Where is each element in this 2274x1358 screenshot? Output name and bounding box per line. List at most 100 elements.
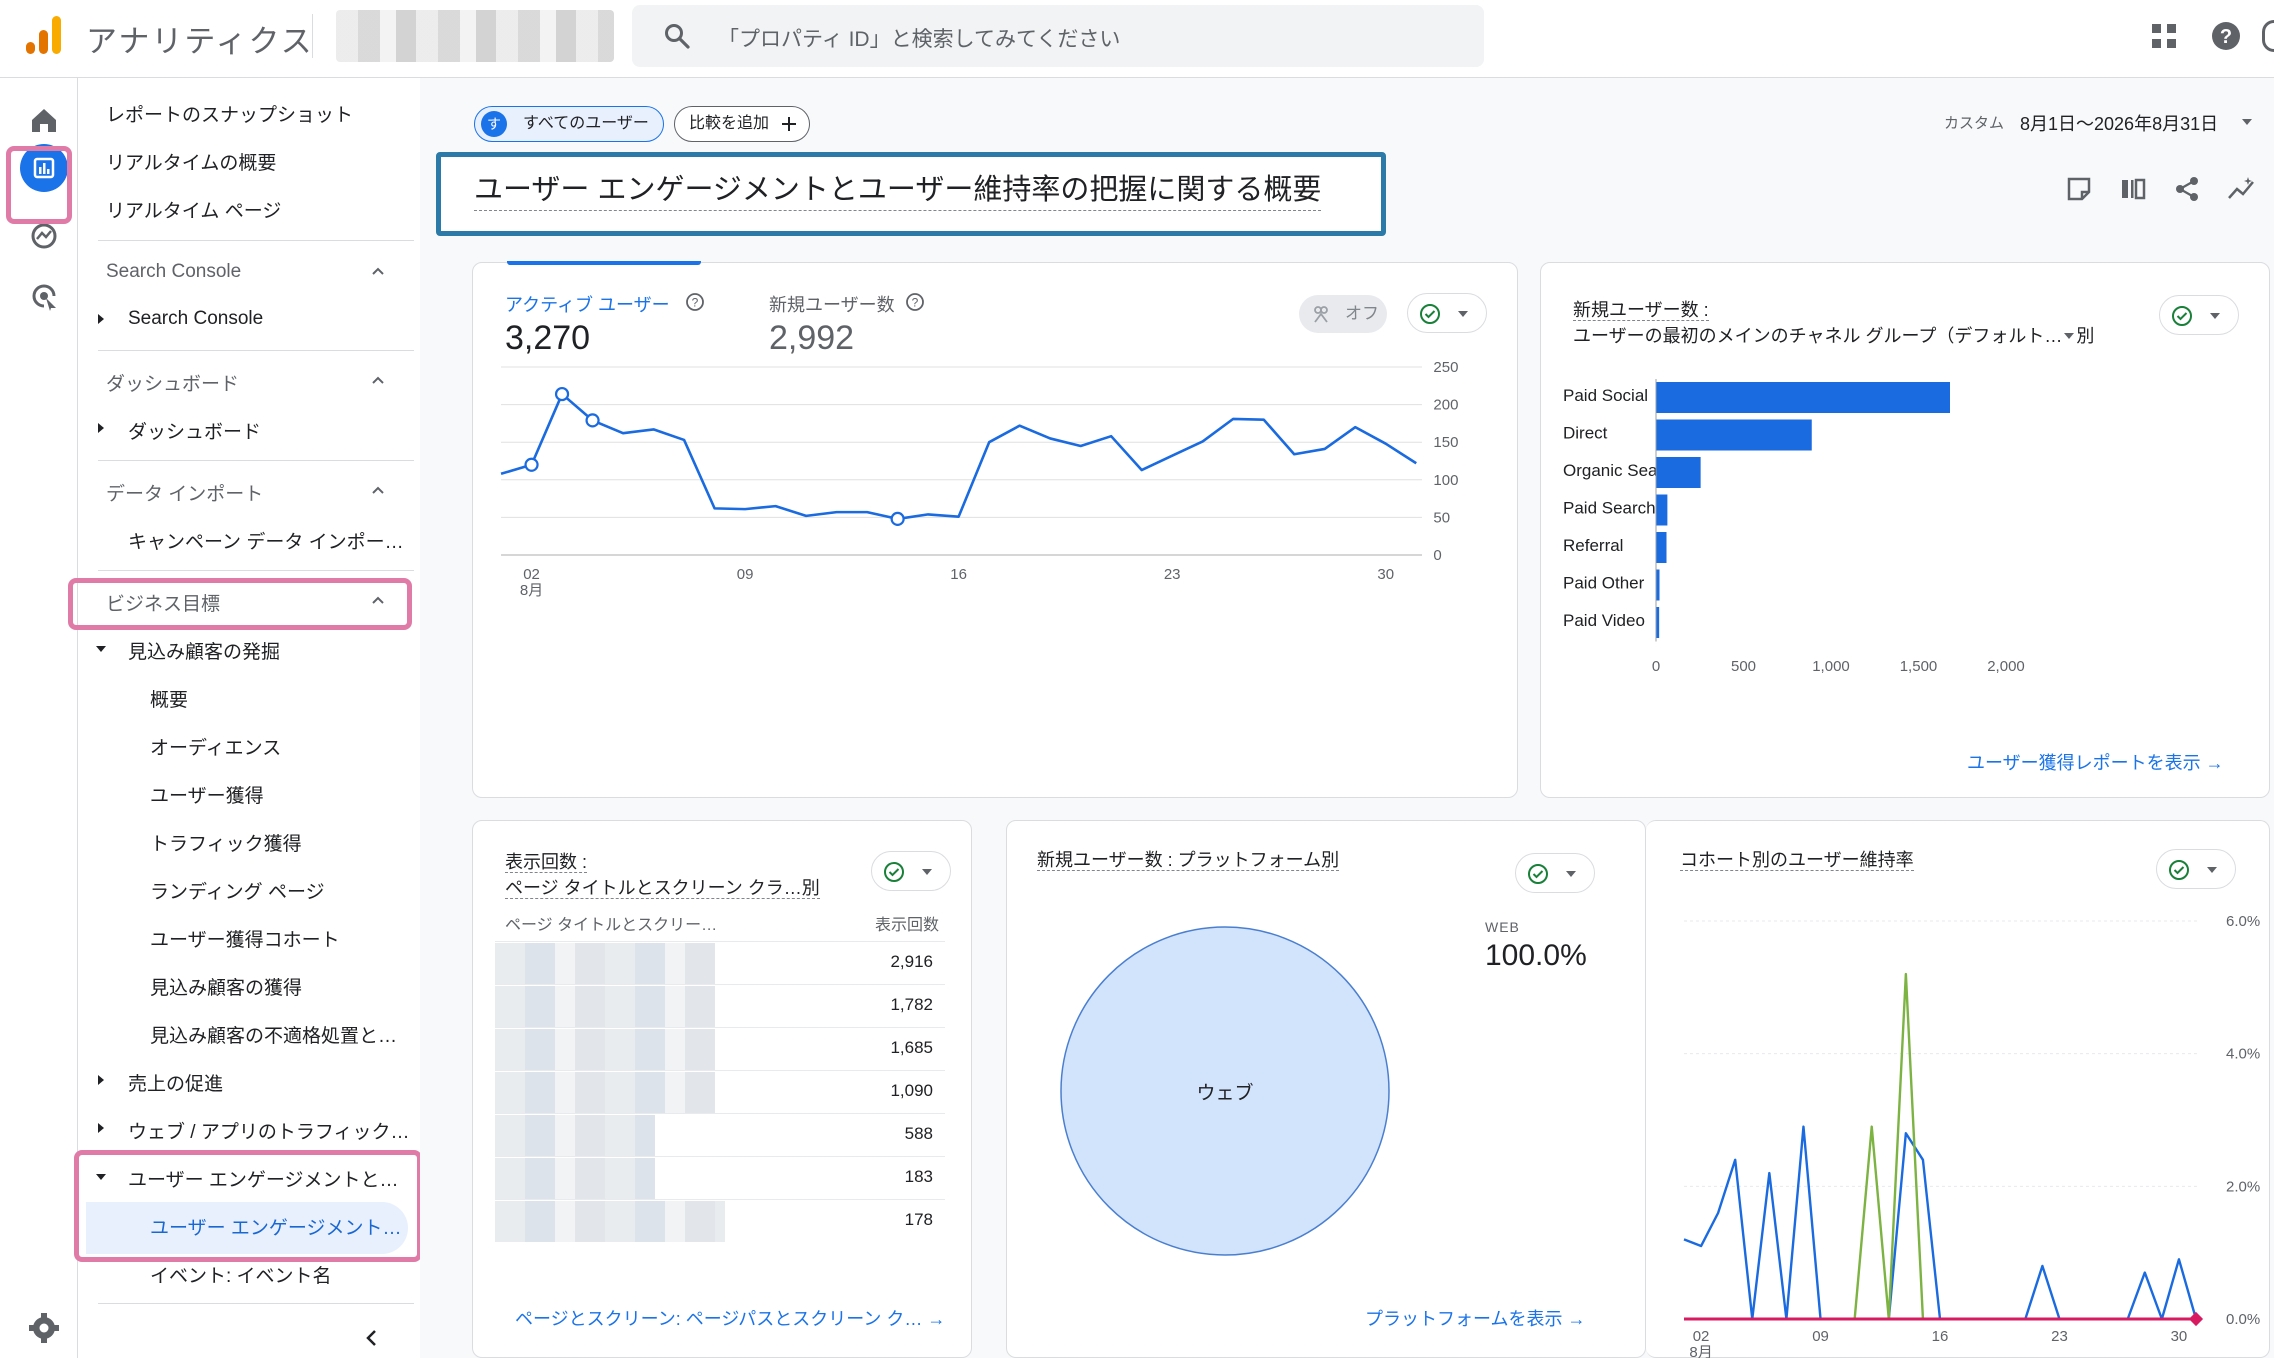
caret-right-icon <box>98 314 104 324</box>
nav-divider <box>98 460 414 461</box>
x-tick-label: 0 <box>1652 658 1660 675</box>
data-point-marker <box>585 413 600 428</box>
nav-snapshot[interactable]: レポートのスナップショット <box>106 100 353 127</box>
apps-grid-icon[interactable] <box>2148 20 2180 52</box>
nav-divider <box>98 240 414 241</box>
left-rail <box>10 78 78 1358</box>
table-row[interactable]: 588 <box>495 1113 945 1156</box>
search-placeholder: 「プロパティ ID」と検索してみてください <box>718 28 1121 51</box>
nav-leads-item[interactable]: 概要 <box>150 685 188 712</box>
redacted-cell <box>495 1158 655 1199</box>
acquisition-report-link[interactable]: ユーザー獲得レポートを表示 → <box>1967 749 2224 775</box>
nav-dashboard[interactable]: ダッシュボード <box>128 417 261 444</box>
nav-leads-item[interactable]: トラフィック獲得 <box>150 829 302 856</box>
bar-category-label: Paid Social <box>1563 386 1648 405</box>
y-tick-label: 2.0% <box>2226 1178 2260 1195</box>
redacted-cell <box>495 1115 655 1156</box>
platform-link-label: プラットフォームを表示 <box>1365 1309 1563 1329</box>
y-tick-label: 4.0% <box>2226 1046 2260 1063</box>
bar-category-label: Referral <box>1563 536 1623 555</box>
compare-columns-icon[interactable] <box>2118 174 2148 204</box>
platform-report-link[interactable]: プラットフォームを表示 → <box>1365 1305 1585 1331</box>
insights-icon[interactable] <box>2226 174 2256 204</box>
views-col-page[interactable]: ページ タイトルとスクリー… <box>505 911 717 935</box>
table-row[interactable]: 178 <box>495 1199 945 1242</box>
nav-leads-item[interactable]: 見込み顧客の不適格処置と… <box>150 1021 397 1048</box>
nav-campaign-import[interactable]: キャンペーン データ インポー… <box>128 527 404 554</box>
plus-icon <box>782 117 797 131</box>
nav-leads-group[interactable]: 見込み顧客の発掘 <box>128 637 280 664</box>
settings-gear-icon[interactable] <box>24 1308 64 1348</box>
nav-leads-item[interactable]: 見込み顧客の獲得 <box>150 973 302 1000</box>
table-row[interactable]: 1,782 <box>495 984 945 1027</box>
card-status-button[interactable] <box>871 851 951 891</box>
compare-chip[interactable]: 比較を追加 <box>674 106 811 142</box>
all-users-label: すべてのユーザー <box>523 115 649 132</box>
nav-traffic-group[interactable]: ウェブ / アプリのトラフィック… <box>128 1117 409 1144</box>
views-title-line2: ページ タイトルとスクリーン クラ…別 <box>505 878 820 899</box>
pages-link-label: ページとスクリーン: ページパスとスクリーン ク… <box>515 1309 923 1329</box>
account-avatar[interactable] <box>2262 20 2274 52</box>
main-content: す すべてのユーザー 比較を追加 カスタム 8月1日～2026年8月31日 ユー… <box>420 78 2274 1358</box>
arrow-right-icon: → <box>2205 753 2224 773</box>
date-dropdown-icon[interactable] <box>2242 119 2252 125</box>
nav-realtime-overview[interactable]: リアルタイムの概要 <box>106 148 276 175</box>
account-selector[interactable] <box>336 10 614 62</box>
business-highlight-box <box>68 578 412 630</box>
nav-leads-item[interactable]: ユーザー獲得 <box>150 781 264 808</box>
nav-search-console[interactable]: Search Console <box>128 308 263 330</box>
views-value: 178 <box>904 1210 933 1229</box>
y-tick-label: 200 <box>1433 397 1458 414</box>
all-users-chip[interactable]: す すべてのユーザー <box>474 106 664 142</box>
share-icon[interactable] <box>2172 174 2202 204</box>
chevron-up-icon[interactable] <box>370 482 386 498</box>
nav-section-data-import[interactable]: データ インポート <box>106 479 263 506</box>
nav-leads-item[interactable]: ランディング ページ <box>150 877 325 904</box>
data-point-marker <box>890 511 905 527</box>
x-tick-label: 09 <box>737 566 754 583</box>
x-tick-label: 09 <box>1812 1328 1829 1345</box>
nav-leads-item[interactable]: ユーザー獲得コホート <box>150 925 340 952</box>
pages-report-link[interactable]: ページとスクリーン: ページパスとスクリーン ク… → <box>515 1305 945 1331</box>
help-icon[interactable]: ? <box>2210 20 2242 52</box>
nav-divider <box>98 1303 414 1304</box>
views-col-count[interactable]: 表示回数 <box>875 911 939 935</box>
analytics-logo-icon[interactable] <box>26 16 62 54</box>
table-row[interactable]: 2,916 <box>495 941 945 984</box>
retention-series-line <box>1684 972 2196 1321</box>
search-icon <box>665 24 690 49</box>
x-tick-label: 16 <box>950 566 967 583</box>
nav-section-search-console[interactable]: Search Console <box>106 261 241 283</box>
table-row[interactable]: 183 <box>495 1156 945 1199</box>
advertising-icon[interactable] <box>24 276 64 316</box>
y-tick-label: 100 <box>1433 472 1458 489</box>
platform-card: 新規ユーザー数 : プラットフォーム別 WEB 100.0% ウェブ プラットフ… <box>1006 820 1646 1358</box>
y-tick-label: 0 <box>1433 547 1441 564</box>
table-row[interactable]: 1,685 <box>495 1027 945 1070</box>
views-value: 1,685 <box>890 1038 933 1057</box>
y-tick-label: 150 <box>1433 434 1458 451</box>
nav-realtime-pages[interactable]: リアルタイム ページ <box>106 196 281 223</box>
chevron-up-icon[interactable] <box>370 263 386 279</box>
nav-sales-group[interactable]: 売上の促進 <box>128 1069 223 1096</box>
x-tick-label: 16 <box>1932 1328 1949 1345</box>
chevron-up-icon[interactable] <box>370 372 386 388</box>
collapse-nav-icon[interactable] <box>362 1328 382 1348</box>
x-tick-label: 1,500 <box>1900 658 1938 675</box>
nav-section-dashboard[interactable]: ダッシュボード <box>106 369 239 396</box>
channel-card: 新規ユーザー数 : ユーザーの最初のメインのチャネル グループ（デフォルト… 別 … <box>1540 262 2270 798</box>
search-input[interactable]: 「プロパティ ID」と検索してみてください <box>632 5 1484 67</box>
caret-right-icon <box>98 1123 104 1133</box>
table-row[interactable]: 1,090 <box>495 1070 945 1113</box>
dropdown-caret-icon <box>922 869 932 875</box>
nav-events[interactable]: イベント: イベント名 <box>150 1261 332 1288</box>
home-icon[interactable] <box>24 100 64 140</box>
cohort-line-chart: 6.0% 4.0% 2.0% 0.0% 02 09 16 23 30 8月 <box>1683 913 2260 1358</box>
x-tick-label: 23 <box>2051 1328 2068 1345</box>
nav-leads-item[interactable]: オーディエンス <box>150 733 281 760</box>
date-range[interactable]: 8月1日～2026年8月31日 <box>2020 110 2218 136</box>
active-users-line-chart: 250 200 150 100 50 0 02 09 16 23 30 8月 <box>473 359 1458 599</box>
top-app-bar: アナリティクス 「プロパティ ID」と検索してみてください ? <box>0 0 2274 78</box>
bar <box>1656 457 1701 488</box>
edit-note-icon[interactable] <box>2064 174 2094 204</box>
